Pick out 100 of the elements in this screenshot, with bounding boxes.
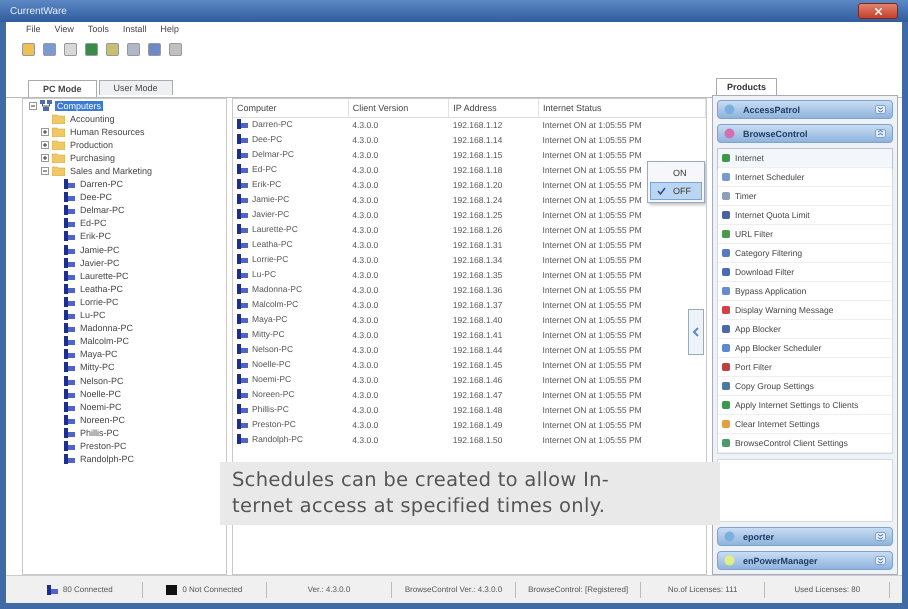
table-cell: 192.168.1.46 bbox=[452, 374, 502, 384]
close-icon bbox=[874, 8, 882, 14]
table-cell: Internet ON at 1:05:55 PM bbox=[542, 210, 642, 220]
toolbar-button[interactable] bbox=[148, 42, 161, 56]
menu-item[interactable]: Help bbox=[160, 24, 179, 36]
status-text: Ver.: 4.3.0.0 bbox=[308, 585, 350, 594]
table-cell: Noreen-PC bbox=[252, 388, 295, 398]
toolbar-button[interactable] bbox=[106, 42, 119, 56]
tab[interactable]: PC Mode bbox=[28, 80, 97, 97]
table-cell: Jamie-PC bbox=[252, 194, 290, 204]
product-item[interactable]: Internet Scheduler bbox=[718, 168, 892, 187]
computer-icon bbox=[64, 231, 75, 242]
menu-item[interactable]: View bbox=[54, 24, 74, 36]
tree-item[interactable]: Purchasing bbox=[68, 152, 118, 163]
collapse-handle[interactable] bbox=[688, 309, 704, 355]
table-cell: Internet ON at 1:05:55 PM bbox=[542, 434, 642, 444]
table-cell: 192.168.1.35 bbox=[452, 270, 502, 280]
table-cell: Randolph-PC bbox=[252, 434, 304, 444]
expander-icon[interactable] bbox=[41, 154, 49, 162]
column-header[interactable]: Client Version bbox=[348, 99, 449, 117]
close-button[interactable] bbox=[858, 3, 898, 19]
toolbar-button[interactable] bbox=[43, 42, 56, 56]
section-header[interactable]: eporter bbox=[717, 527, 893, 546]
menu-item[interactable]: ON bbox=[650, 164, 702, 182]
tree-item[interactable]: Noreen-PC bbox=[78, 414, 128, 425]
toolbar-button[interactable] bbox=[169, 42, 182, 56]
computer-icon bbox=[237, 434, 248, 444]
column-header[interactable]: IP Address bbox=[448, 99, 538, 117]
computer-icon bbox=[64, 323, 75, 334]
table-cell: Javier-PC bbox=[252, 208, 290, 218]
tree-item[interactable]: Leatha-PC bbox=[78, 284, 126, 294]
computer-icon bbox=[237, 404, 248, 414]
tree-item[interactable]: Jamie-PC bbox=[78, 244, 122, 255]
tree-item[interactable]: Mitty-PC bbox=[78, 362, 116, 372]
status-text: BrowseControl Ver.: 4.3.0.0 bbox=[404, 585, 502, 594]
tree-item[interactable]: Madonna-PC bbox=[78, 323, 136, 334]
table-cell: Mitty-PC bbox=[252, 328, 285, 338]
tab[interactable]: User Mode bbox=[98, 80, 173, 95]
menu-item[interactable]: OFF bbox=[650, 182, 702, 200]
table-cell: Ed-PC bbox=[252, 164, 278, 174]
tree-item[interactable]: Erik-PC bbox=[78, 231, 113, 242]
computer-icon bbox=[64, 284, 75, 294]
computer-icon bbox=[64, 310, 75, 320]
toolbar-button[interactable] bbox=[64, 42, 77, 56]
table-cell: Internet ON at 1:05:55 PM bbox=[542, 374, 642, 384]
table-cell: Internet ON at 1:05:55 PM bbox=[542, 270, 642, 280]
expander-icon[interactable] bbox=[41, 128, 49, 136]
tree-item[interactable]: Javier-PC bbox=[78, 258, 122, 268]
status-text: 0 Not Connected bbox=[182, 585, 242, 594]
section-header[interactable]: enPowerManager bbox=[717, 551, 893, 570]
menu-item[interactable]: Install bbox=[122, 24, 146, 36]
table-cell: 4.3.0.0 bbox=[352, 270, 378, 280]
tree-item[interactable]: Ed-PC bbox=[78, 218, 109, 228]
section-header[interactable]: AccessPatrol bbox=[717, 100, 893, 119]
toolbar-button[interactable] bbox=[127, 42, 140, 56]
tree-item[interactable]: Lorrie-PC bbox=[78, 296, 121, 307]
tree-item[interactable]: Sales and Marketing bbox=[68, 166, 154, 176]
expander-icon[interactable] bbox=[41, 167, 49, 176]
section-header[interactable]: BrowseControl bbox=[717, 124, 893, 143]
tree-item[interactable]: Preston-PC bbox=[78, 440, 129, 451]
expander-icon[interactable] bbox=[41, 140, 49, 149]
tree-item[interactable]: Human Resources bbox=[68, 126, 147, 137]
tree-item[interactable]: Computers bbox=[55, 100, 104, 111]
tree-item[interactable]: Maya-PC bbox=[78, 349, 120, 360]
table-cell: Nelson-PC bbox=[252, 344, 294, 354]
table-cell: Internet ON at 1:05:55 PM bbox=[542, 120, 642, 130]
table-cell: 192.168.1.36 bbox=[452, 284, 502, 294]
computer-icon bbox=[64, 205, 75, 216]
table-cell: Internet ON at 1:05:55 PM bbox=[542, 420, 642, 430]
table-cell: 192.168.1.26 bbox=[452, 224, 502, 234]
toolbar-button[interactable] bbox=[85, 42, 98, 56]
product-item[interactable]: Internet bbox=[718, 149, 892, 168]
tree-item[interactable]: Phillis-PC bbox=[78, 428, 122, 438]
tree-item[interactable]: Accounting bbox=[68, 114, 117, 124]
tree-item[interactable]: Malcolm-PC bbox=[78, 336, 132, 346]
expander-icon[interactable] bbox=[29, 102, 37, 110]
menu-item[interactable]: File bbox=[26, 24, 41, 36]
product-icon bbox=[724, 128, 735, 139]
tab[interactable]: Products bbox=[716, 78, 778, 95]
tree-item[interactable]: Nelson-PC bbox=[78, 376, 126, 386]
menu-item[interactable]: Tools bbox=[88, 24, 109, 36]
tree-item[interactable]: Randolph-PC bbox=[78, 454, 136, 464]
tree-item[interactable]: Delmar-PC bbox=[78, 205, 127, 216]
table-cell: 192.168.1.12 bbox=[452, 120, 502, 130]
tree-item[interactable]: Dee-PC bbox=[78, 192, 114, 202]
tree-item[interactable]: Production bbox=[68, 140, 116, 150]
tree-item[interactable]: Laurette-PC bbox=[78, 270, 131, 281]
computer-icon bbox=[166, 584, 178, 594]
table-cell: Malcolm-PC bbox=[252, 298, 298, 308]
table-cell: 4.3.0.0 bbox=[352, 240, 378, 250]
folder-icon bbox=[52, 114, 65, 124]
tree-item[interactable]: Noelle-PC bbox=[78, 388, 124, 399]
column-header[interactable]: Internet Status bbox=[538, 99, 706, 117]
column-header[interactable]: Computer bbox=[233, 99, 348, 117]
toolbar-button[interactable] bbox=[22, 42, 35, 56]
table-cell: Lorrie-PC bbox=[252, 254, 288, 264]
tree-item[interactable]: Lu-PC bbox=[78, 310, 108, 320]
tree-item[interactable]: Darren-PC bbox=[78, 179, 126, 190]
tree-item[interactable]: Noemi-PC bbox=[78, 402, 124, 412]
computer-icon bbox=[237, 284, 248, 294]
